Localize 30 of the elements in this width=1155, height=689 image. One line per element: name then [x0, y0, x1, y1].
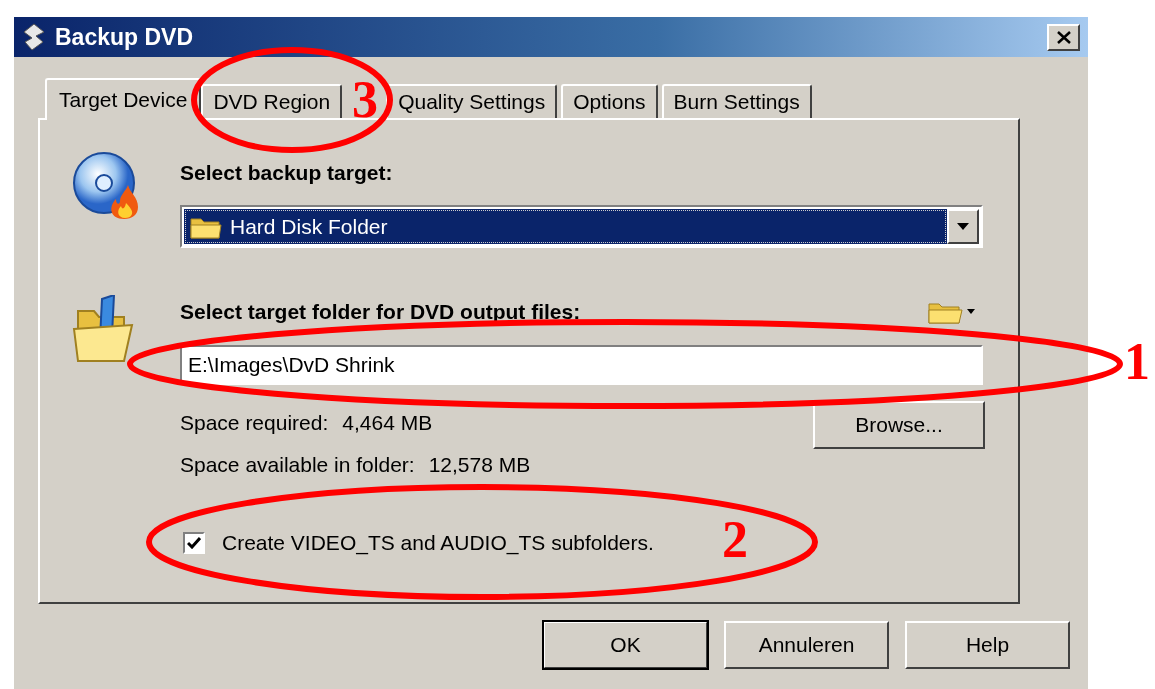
dropdown-arrow-button[interactable] — [947, 209, 979, 244]
dialog-button[interactable]: Help — [905, 621, 1070, 669]
tab[interactable]: Options — [561, 84, 658, 118]
info-label: Space required: — [180, 411, 329, 435]
annotation-number: 1 — [1124, 336, 1150, 388]
close-button[interactable] — [1047, 23, 1080, 51]
section-label: Select target folder for DVD output files: — [180, 300, 581, 324]
tab[interactable]: DVD Region — [201, 84, 343, 118]
close-icon — [1056, 30, 1071, 44]
dialog-button[interactable]: Annuleren — [724, 621, 889, 669]
browse-button[interactable]: Browse... — [813, 401, 985, 449]
caret-icon — [957, 223, 969, 230]
tab[interactable]: Quality Settings — [386, 84, 558, 118]
annotation-number: 3 — [352, 74, 378, 126]
tab[interactable]: Burn Settings — [661, 84, 812, 118]
annotation-number: 2 — [722, 514, 748, 566]
folder-path-field[interactable]: E:\Images\DvD Shrink — [180, 345, 983, 385]
dropdown-value: Hard Disk Folder — [230, 214, 388, 239]
dialog-button[interactable]: OK — [543, 621, 708, 669]
tab[interactable]: Target Device — [45, 78, 202, 120]
info-value: 12,578 MB — [428, 453, 531, 477]
app-icon — [22, 23, 46, 51]
backup-target-dropdown[interactable]: Hard Disk Folder — [180, 205, 983, 248]
checkmark-icon — [187, 537, 201, 549]
window-title: Backup DVD — [55, 23, 194, 51]
checkbox-label: Create VIDEO_TS and AUDIO_TS subfolders. — [222, 531, 654, 555]
info-value: 4,464 MB — [342, 411, 433, 435]
checkbox[interactable] — [183, 532, 205, 554]
section-label: Select backup target: — [180, 161, 394, 185]
info-label: Space available in folder: — [180, 453, 415, 477]
